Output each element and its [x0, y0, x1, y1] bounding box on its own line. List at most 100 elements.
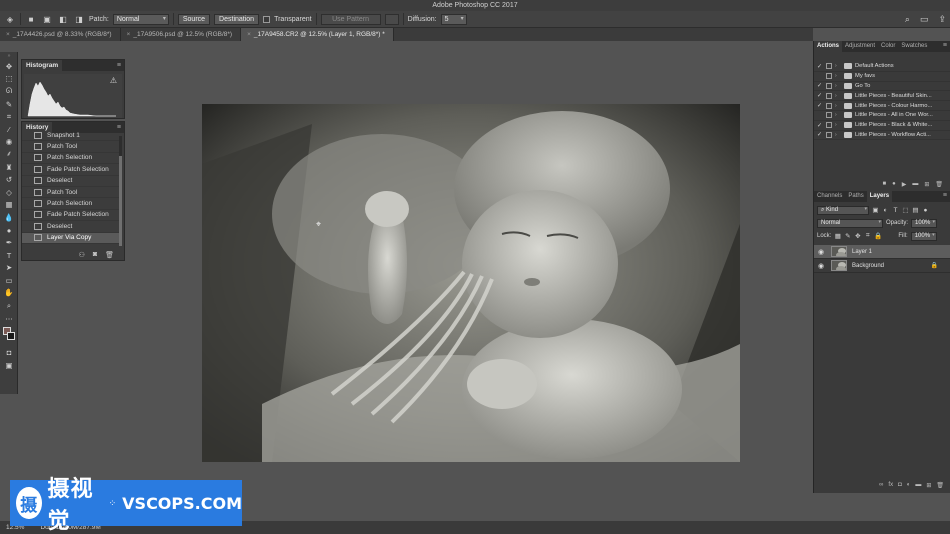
lasso-tool-icon[interactable]: ᘏ [0, 85, 18, 98]
quick-mask-icon[interactable]: ◘ [0, 346, 18, 359]
history-item[interactable]: Deselect [22, 176, 120, 187]
scrollbar-thumb[interactable] [119, 156, 122, 246]
expand-chevron-icon[interactable]: › [835, 103, 841, 109]
action-set-row[interactable]: › My favs [814, 72, 950, 82]
source-button[interactable]: Source [177, 13, 211, 25]
marquee-tool-icon[interactable]: ⬚ [0, 73, 18, 86]
dialog-toggle-icon[interactable] [826, 102, 832, 109]
eraser-tool-icon[interactable]: ◇ [0, 186, 18, 199]
dialog-toggle-icon[interactable] [826, 112, 832, 119]
action-set-row[interactable]: ✓ › Default Actions [814, 62, 950, 72]
action-set-row[interactable]: ✓ › Little Pieces - Beautiful Skin... [814, 91, 950, 102]
tab-paths[interactable]: Paths [845, 191, 866, 202]
history-item[interactable]: Layer Via Copy [22, 232, 120, 244]
close-icon[interactable]: × [6, 31, 10, 38]
layer-thumbnail[interactable] [831, 246, 847, 257]
history-item[interactable]: Fade Patch Selection [22, 164, 120, 176]
crop-tool-icon[interactable]: ⌗ [0, 110, 18, 123]
rectangle-tool-icon[interactable]: ▭ [0, 274, 18, 287]
layer-row[interactable]: ◉ Layer 1 [814, 245, 950, 259]
history-scrollbar[interactable] [119, 136, 122, 246]
tools-collapse-icon[interactable]: » [0, 52, 18, 60]
layer-name[interactable]: Layer 1 [852, 249, 872, 255]
add-selection-icon[interactable]: ▣ [41, 14, 53, 25]
history-item[interactable]: Deselect [22, 221, 120, 233]
zoom-tool-icon[interactable]: ⌕ [0, 299, 18, 312]
patch-tool-preset-icon[interactable]: ◈ [4, 14, 16, 25]
action-toggle-checkbox[interactable]: ✓ [817, 122, 823, 129]
close-icon[interactable]: × [127, 31, 131, 38]
filter-shape-icon[interactable]: ⬚ [902, 206, 909, 214]
dodge-tool-icon[interactable]: ● [0, 224, 18, 237]
visibility-eye-icon[interactable]: ◉ [818, 248, 826, 256]
action-toggle-checkbox[interactable]: ✓ [817, 63, 823, 70]
create-snapshot-icon[interactable]: ◙ [93, 251, 97, 258]
blur-tool-icon[interactable]: 💧 [0, 211, 18, 224]
tab-channels[interactable]: Channels [814, 191, 845, 202]
link-layers-icon[interactable]: ∞ [879, 482, 883, 488]
lock-image-icon[interactable]: ✎ [844, 232, 851, 240]
search-icon[interactable]: ⌕ [905, 14, 910, 25]
action-set-row[interactable]: ✓ › Go To [814, 82, 950, 92]
tab-color[interactable]: Color [878, 41, 898, 52]
action-set-row[interactable]: ✓ › Little Pieces - Black & White... [814, 121, 950, 131]
new-group-icon[interactable]: ▬ [915, 482, 921, 488]
history-item[interactable]: Patch Tool [22, 187, 120, 199]
lock-transparent-icon[interactable]: ▦ [834, 232, 841, 240]
visibility-eye-icon[interactable]: ◉ [818, 262, 826, 270]
add-mask-icon[interactable]: ◘ [898, 482, 902, 488]
fill-input[interactable]: 100% [910, 231, 937, 241]
action-toggle-checkbox[interactable]: ✓ [817, 82, 823, 89]
action-toggle-checkbox[interactable]: ✓ [817, 92, 823, 99]
dialog-toggle-icon[interactable] [826, 131, 832, 138]
filter-smart-icon[interactable]: ▤ [912, 206, 919, 214]
lock-position-icon[interactable]: ✥ [854, 232, 861, 240]
tab-actions[interactable]: Actions [814, 41, 843, 52]
expand-chevron-icon[interactable]: › [835, 112, 841, 118]
close-icon[interactable]: × [247, 31, 251, 38]
adjustment-layer-icon[interactable]: ◐ [907, 482, 911, 488]
destination-button[interactable]: Destination [214, 13, 260, 25]
panel-menu-icon[interactable]: ≡ [943, 192, 947, 199]
history-item[interactable]: Fade Patch Selection [22, 210, 120, 222]
new-document-from-state-icon[interactable]: ⚇ [79, 251, 85, 259]
color-swatches[interactable] [0, 324, 18, 346]
path-selection-tool-icon[interactable]: ➤ [0, 262, 18, 275]
intersect-selection-icon[interactable]: ◨ [73, 14, 85, 25]
action-set-row[interactable]: ✓ › Little Pieces - Colour Harmo... [814, 101, 950, 111]
use-pattern-button[interactable]: Use Pattern [320, 13, 381, 25]
tab-swatches[interactable]: Swatches [898, 41, 930, 52]
history-item[interactable]: Snapshot 1 [22, 130, 120, 142]
hand-tool-icon[interactable]: ✋ [0, 287, 18, 300]
history-item[interactable]: Patch Selection [22, 153, 120, 165]
action-toggle-checkbox[interactable]: ✓ [817, 131, 823, 138]
brush-tool-icon[interactable]: ⸙ [0, 148, 18, 161]
history-item[interactable]: Patch Tool [22, 141, 120, 153]
filter-toggle-icon[interactable]: ● [922, 207, 929, 214]
expand-chevron-icon[interactable]: › [835, 132, 841, 138]
tab-document-3[interactable]: × _17A9458.CR2 @ 12.5% (Layer 1, RGB/8*) … [241, 28, 394, 41]
layer-name[interactable]: Background [852, 263, 884, 269]
panel-menu-icon[interactable]: ≡ [117, 62, 121, 69]
expand-chevron-icon[interactable]: › [835, 73, 841, 79]
expand-chevron-icon[interactable]: › [835, 122, 841, 128]
gradient-tool-icon[interactable]: ▦ [0, 199, 18, 212]
dialog-toggle-icon[interactable] [826, 63, 832, 70]
pen-tool-icon[interactable]: ✒ [0, 236, 18, 249]
history-brush-tool-icon[interactable]: ↺ [0, 173, 18, 186]
quick-selection-tool-icon[interactable]: ✎ [0, 98, 18, 111]
layer-thumbnail[interactable] [831, 260, 847, 271]
expand-chevron-icon[interactable]: › [835, 93, 841, 99]
clone-stamp-tool-icon[interactable]: ♜ [0, 161, 18, 174]
action-set-row[interactable]: › Little Pieces - All in One Wor... [814, 111, 950, 121]
stop-icon[interactable]: ■ [882, 181, 886, 187]
type-tool-icon[interactable]: T [0, 249, 18, 262]
share-icon[interactable]: ⇪ [938, 14, 946, 25]
dialog-toggle-icon[interactable] [826, 92, 832, 99]
patch-mode-select[interactable]: Normal [112, 13, 169, 25]
tab-layers[interactable]: Layers [866, 191, 893, 202]
eyedropper-tool-icon[interactable]: ⁄ [0, 123, 18, 136]
layer-row[interactable]: ◉ Background 🔒 [814, 259, 950, 273]
move-tool-icon[interactable]: ✥ [0, 60, 18, 73]
new-set-icon[interactable]: ▬ [912, 181, 918, 187]
